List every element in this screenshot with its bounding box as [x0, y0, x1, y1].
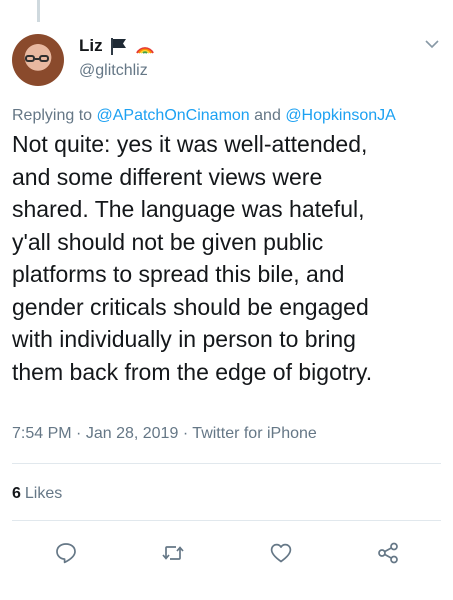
- likes-label: Likes: [24, 485, 63, 502]
- likes-number: 6: [12, 485, 21, 502]
- tweet-source[interactable]: Twitter for iPhone: [192, 425, 317, 442]
- separator-dot: ·: [76, 425, 82, 442]
- reply-icon[interactable]: [54, 541, 78, 565]
- tweet-metadata: 7:54 PM · Jan 28, 2019 · Twitter for iPh…: [12, 425, 317, 443]
- thread-connector-line: [37, 0, 40, 22]
- tweet-text: Not quite: yes it was well-attended, and…: [12, 131, 373, 385]
- rainbow-icon: [135, 47, 154, 54]
- replying-to-prefix: Replying to: [12, 107, 93, 124]
- avatar[interactable]: [12, 34, 64, 86]
- replying-to-line: Replying to @APatchOnCinamon and @Hopkin…: [12, 107, 396, 125]
- retweet-icon[interactable]: [161, 541, 185, 565]
- author-handle[interactable]: @glitchliz: [79, 62, 148, 80]
- tweet-date[interactable]: Jan 28, 2019: [86, 425, 179, 442]
- author-display-name[interactable]: Liz: [79, 36, 103, 56]
- chevron-down-icon[interactable]: [424, 38, 440, 50]
- likes-count-link[interactable]: 6 Likes: [12, 485, 62, 503]
- mention-link[interactable]: @APatchOnCinamon: [97, 107, 250, 124]
- divider: [12, 463, 441, 464]
- divider: [12, 520, 441, 521]
- like-icon[interactable]: [269, 541, 293, 565]
- replying-to-joiner: and: [254, 107, 281, 124]
- tweet-time[interactable]: 7:54 PM: [12, 425, 72, 442]
- share-icon[interactable]: [376, 541, 400, 565]
- black-flag-icon: [110, 38, 126, 55]
- glasses-graphic: [25, 55, 51, 63]
- author-name-row: Liz: [79, 36, 155, 56]
- mention-link[interactable]: @HopkinsonJA: [285, 107, 396, 124]
- separator-dot: ·: [182, 425, 189, 442]
